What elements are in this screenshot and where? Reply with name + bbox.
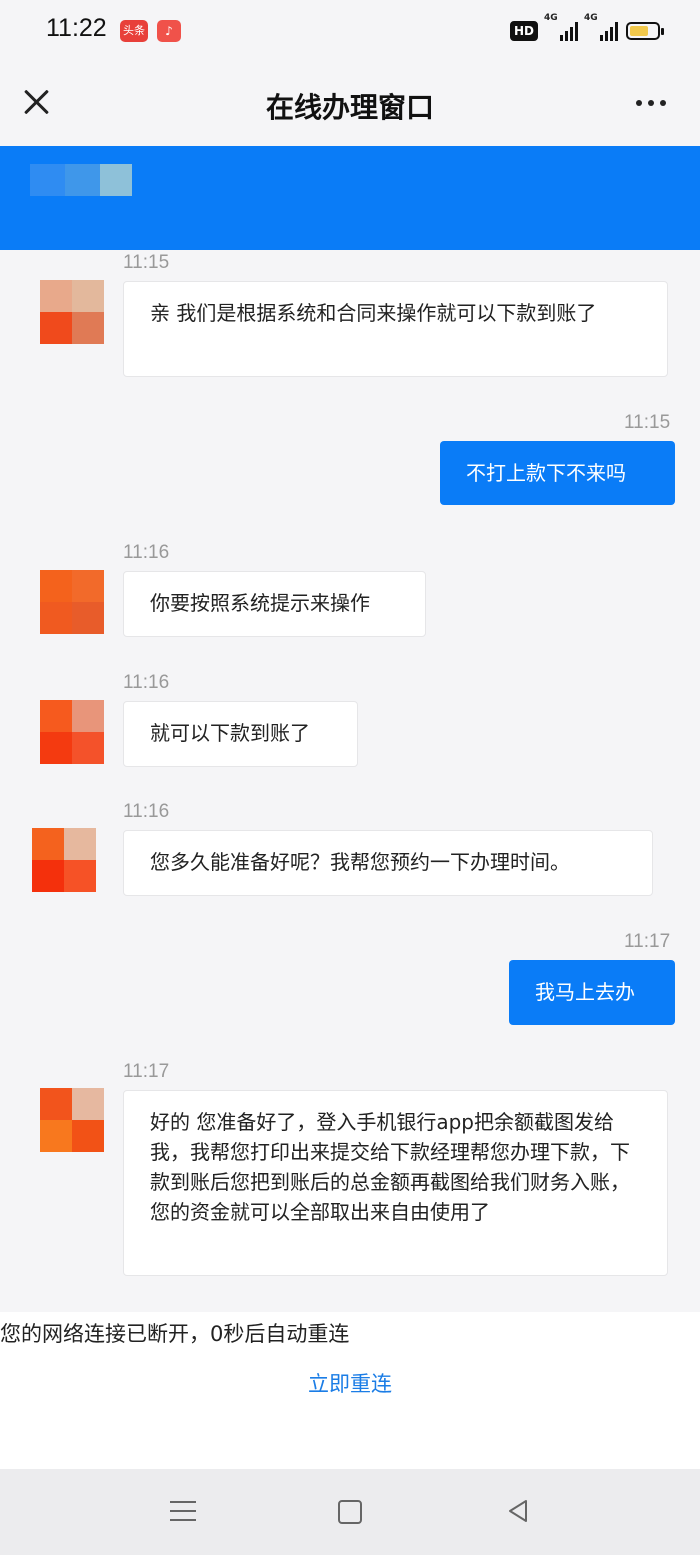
menu-icon[interactable] bbox=[170, 1499, 196, 1523]
music-icon: ♪ bbox=[157, 20, 181, 42]
message-time: 11:15 bbox=[123, 252, 170, 273]
home-icon[interactable] bbox=[338, 1500, 362, 1524]
message-time: 11:16 bbox=[123, 672, 170, 693]
message-bubble: 您多久能准备好呢？我帮您预约一下办理时间。 bbox=[123, 830, 653, 896]
disconnect-message: 您的网络连接已断开，0秒后自动重连 bbox=[0, 1322, 350, 1346]
page-title: 在线办理窗口 bbox=[265, 91, 434, 124]
message-time: 11:17 bbox=[624, 931, 671, 952]
header-banner bbox=[0, 146, 700, 250]
message-time: 11:16 bbox=[123, 801, 170, 822]
message-time: 11:15 bbox=[624, 412, 671, 433]
avatar bbox=[40, 570, 104, 634]
message-time: 11:16 bbox=[123, 542, 170, 563]
blurred-region bbox=[65, 164, 100, 196]
toutiao-icon: 头条 bbox=[120, 20, 148, 42]
avatar bbox=[40, 280, 104, 344]
message-bubble: 就可以下款到账了 bbox=[123, 701, 358, 767]
message-bubble: 你要按照系统提示来操作 bbox=[123, 571, 426, 637]
signal-icon: 4G bbox=[544, 13, 578, 41]
message-bubble: 亲 我们是根据系统和合同来操作就可以下款到账了 bbox=[123, 281, 668, 377]
signal-label: 4G bbox=[584, 13, 598, 23]
message-bubble: 不打上款下不来吗 bbox=[440, 441, 675, 505]
status-indicators: HD 4G 4G bbox=[509, 13, 664, 44]
message-bubble: 好的 您准备好了，登入手机银行app把余额截图发给我，我帮您打印出来提交给下款经… bbox=[123, 1090, 668, 1276]
back-icon[interactable] bbox=[504, 1497, 532, 1525]
chat-area[interactable]: 11:15 亲 我们是根据系统和合同来操作就可以下款到账了 11:15 不打上款… bbox=[0, 250, 700, 1312]
status-time: 11:22 bbox=[46, 14, 107, 42]
blurred-region bbox=[30, 164, 65, 196]
more-icon[interactable] bbox=[636, 100, 666, 106]
message-bubble: 我马上去办 bbox=[509, 960, 675, 1025]
nav-bar: 在线办理窗口 bbox=[0, 62, 700, 146]
system-nav-bar bbox=[0, 1469, 700, 1555]
avatar bbox=[32, 828, 96, 892]
connection-status-panel: 您的网络连接已断开，0秒后自动重连 立即重连 bbox=[0, 1312, 700, 1469]
signal-label: 4G bbox=[544, 13, 558, 23]
battery-icon bbox=[626, 22, 664, 40]
status-bar: 11:22 头条 ♪ HD 4G 4G bbox=[0, 0, 700, 62]
avatar bbox=[40, 1088, 104, 1152]
hd-icon: HD bbox=[509, 21, 538, 41]
blurred-region bbox=[100, 164, 132, 196]
avatar bbox=[40, 700, 104, 764]
signal-icon: 4G bbox=[584, 13, 618, 41]
message-time: 11:17 bbox=[123, 1061, 170, 1082]
reconnect-button[interactable]: 立即重连 bbox=[0, 1368, 700, 1398]
